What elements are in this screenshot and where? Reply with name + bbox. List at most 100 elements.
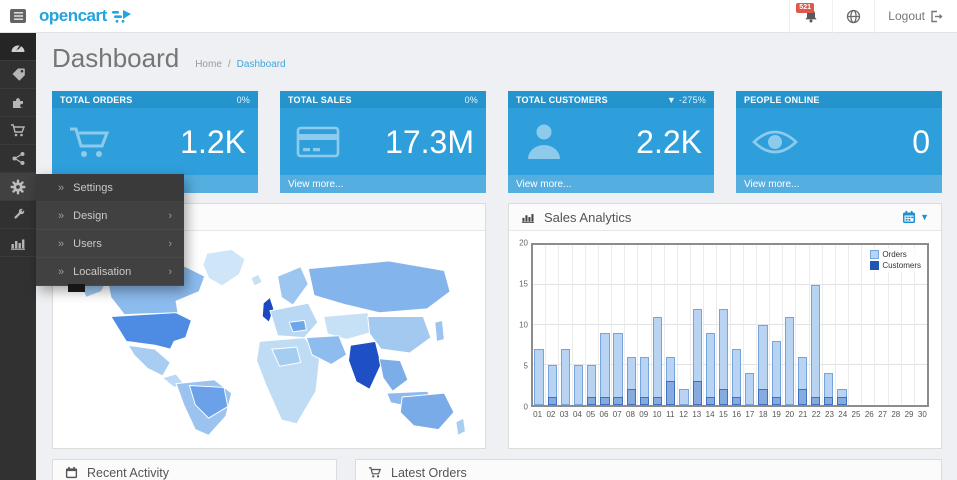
- chart-column: [546, 245, 559, 405]
- view-more-link[interactable]: View more...: [508, 175, 714, 193]
- x-tick-label: 06: [597, 410, 610, 419]
- chart-column: [573, 245, 586, 405]
- chart-column: [652, 245, 665, 405]
- view-more-link[interactable]: View more...: [736, 175, 942, 193]
- view-more-link[interactable]: View more...: [280, 175, 486, 193]
- y-tick-label: 10: [519, 321, 528, 330]
- double-chevron-icon: »: [58, 266, 64, 278]
- x-tick-label: 12: [677, 410, 690, 419]
- x-tick-label: 03: [558, 410, 571, 419]
- chart-column: [731, 245, 744, 405]
- caret-down-icon: ▼: [667, 95, 676, 105]
- tile-value: 0: [912, 126, 942, 158]
- bar-orders: [613, 333, 622, 405]
- bottom-panels: Recent Activity Latest Orders: [52, 459, 942, 480]
- breadcrumb-home-link[interactable]: Home: [195, 59, 222, 70]
- submenu-item-localisation[interactable]: » Localisation ›: [36, 258, 184, 286]
- date-range-dropdown[interactable]: ▼: [902, 210, 929, 224]
- recent-activity-panel: Recent Activity: [52, 459, 337, 480]
- caret-down-icon: ▼: [920, 212, 929, 222]
- chart-column: [704, 245, 717, 405]
- bar-customers: [824, 397, 833, 405]
- logout-button[interactable]: Logout: [874, 0, 957, 33]
- submenu-item-users[interactable]: » Users ›: [36, 230, 184, 258]
- bar-orders: [745, 373, 754, 405]
- sales-analytics-header: Sales Analytics ▼: [509, 204, 941, 231]
- chart-column: [638, 245, 651, 405]
- sidebar-item-sales[interactable]: [0, 117, 36, 145]
- menu-toggle-icon: [10, 9, 26, 23]
- submenu-item-settings[interactable]: » Settings: [36, 174, 184, 202]
- submenu-label: Design: [73, 210, 107, 222]
- chart-y-axis: 05101520: [513, 243, 531, 407]
- x-tick-label: 23: [823, 410, 836, 419]
- chart-column: [691, 245, 704, 405]
- x-tick-label: 05: [584, 410, 597, 419]
- x-tick-label: 16: [730, 410, 743, 419]
- chart-column: [599, 245, 612, 405]
- bar-customers: [706, 397, 715, 405]
- submenu-shadow-notch: [68, 284, 85, 292]
- chart-column: [810, 245, 823, 405]
- bar-chart-icon: [521, 211, 535, 223]
- chart-column: [783, 245, 796, 405]
- tile-total-sales: TOTAL SALES 0% 17.3M View more...: [280, 91, 486, 193]
- chevron-right-icon: ›: [168, 238, 172, 250]
- cart-icon: [67, 122, 113, 162]
- x-tick-label: 25: [849, 410, 862, 419]
- legend-swatch: [870, 250, 879, 259]
- x-tick-label: 02: [544, 410, 557, 419]
- opencart-logo[interactable]: opencart: [39, 6, 131, 26]
- double-chevron-icon: »: [58, 182, 64, 194]
- tile-total-customers: TOTAL CUSTOMERS ▼ -275% 2.2K View more..…: [508, 91, 714, 193]
- latest-orders-header: Latest Orders: [356, 460, 941, 480]
- y-tick-label: 20: [519, 239, 528, 248]
- submenu-item-design[interactable]: » Design ›: [36, 202, 184, 230]
- sidebar-item-tools[interactable]: [0, 201, 36, 229]
- tile-people-online: PEOPLE ONLINE 0 View more...: [736, 91, 942, 193]
- cart-logo-icon: [111, 9, 131, 23]
- tag-icon: [11, 67, 26, 82]
- chart-column: [823, 245, 836, 405]
- bar-chart-icon: [10, 236, 26, 250]
- chart-column: [849, 245, 862, 405]
- submenu-label: Localisation: [73, 266, 131, 278]
- x-tick-label: 10: [650, 410, 663, 419]
- latest-orders-panel: Latest Orders: [355, 459, 942, 480]
- sidebar-item-marketing[interactable]: [0, 145, 36, 173]
- panel-title: Recent Activity: [87, 466, 169, 480]
- breadcrumb: Home / Dashboard: [195, 59, 285, 70]
- tile-percent: -275%: [679, 95, 706, 105]
- system-submenu: » Settings » Design › » Users › » Locali…: [36, 174, 184, 286]
- bar-customers: [640, 397, 649, 405]
- chevron-right-icon: ›: [168, 210, 172, 222]
- sidebar-item-extensions[interactable]: [0, 89, 36, 117]
- puzzle-icon: [11, 95, 26, 110]
- sidebar-item-reports[interactable]: [0, 229, 36, 257]
- middle-panels: Sales Analytics ▼ 05101520 OrdersCustome…: [52, 203, 942, 449]
- stores-button[interactable]: [832, 0, 874, 33]
- panel-title: Latest Orders: [391, 466, 467, 480]
- bar-orders: [811, 285, 820, 405]
- x-tick-label: 28: [889, 410, 902, 419]
- chart-column: [757, 245, 770, 405]
- sidebar-item-dashboard[interactable]: [0, 33, 36, 61]
- menu-toggle-button[interactable]: [0, 0, 36, 33]
- legend-item: Orders: [870, 249, 921, 260]
- sidebar-item-system[interactable]: [0, 173, 36, 201]
- notifications-button[interactable]: 521: [789, 0, 832, 33]
- x-tick-label: 13: [690, 410, 703, 419]
- share-icon: [11, 151, 26, 166]
- bar-customers: [548, 397, 557, 405]
- sidebar-item-catalog[interactable]: [0, 61, 36, 89]
- chart-column: [612, 245, 625, 405]
- tile-value: 17.3M: [385, 126, 486, 158]
- x-tick-label: 27: [876, 410, 889, 419]
- x-tick-label: 19: [770, 410, 783, 419]
- breadcrumb-current-link[interactable]: Dashboard: [237, 59, 286, 70]
- dashboard-icon: [10, 40, 26, 54]
- breadcrumb-separator: /: [228, 59, 231, 70]
- legend-label: Orders: [882, 249, 906, 260]
- bar-customers: [600, 397, 609, 405]
- sales-chart: 05101520 OrdersCustomers 010203040506070…: [509, 231, 941, 419]
